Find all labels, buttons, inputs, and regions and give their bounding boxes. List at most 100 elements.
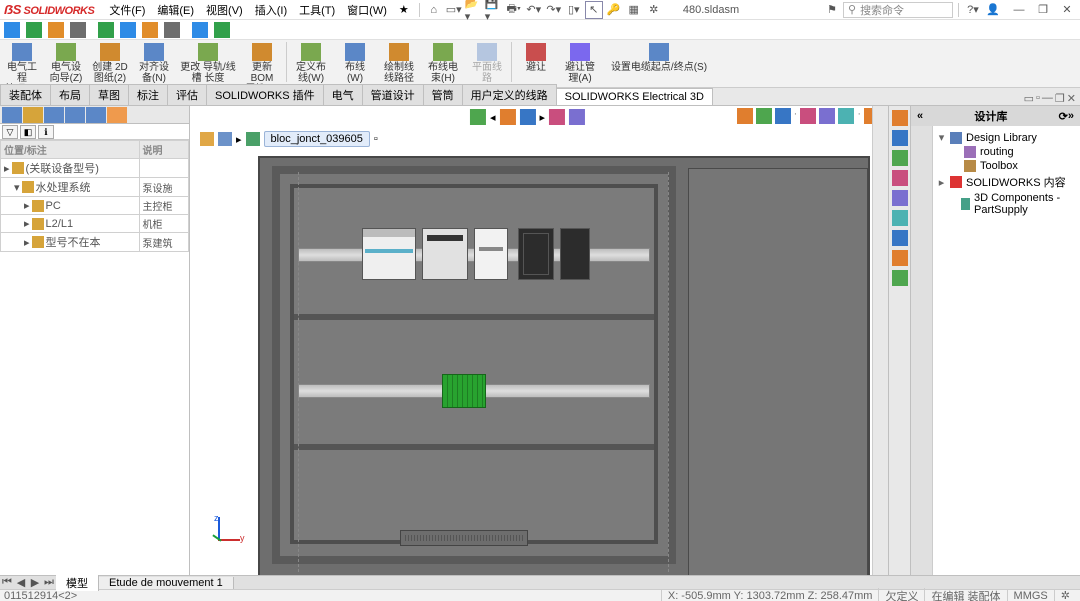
redo-icon[interactable]: ↷▾ <box>545 1 563 19</box>
rbtn-align[interactable]: 对齐设 备(N) <box>134 42 174 85</box>
feature-tree-grid[interactable]: 位置/标注说明 ▸(关联设备型号) ▾水处理系统泵设施 ▸PC主控柜 ▸L2/L… <box>0 140 189 575</box>
taskpane-tab[interactable] <box>892 250 908 266</box>
help-icon[interactable]: ?▾ <box>964 1 982 19</box>
menu-edit[interactable]: 编辑(E) <box>152 2 199 18</box>
qbtn-3[interactable] <box>48 22 64 38</box>
rbtn-draw-path[interactable]: 绘制线 线路径 <box>379 42 419 85</box>
qbtn-7[interactable] <box>142 22 158 38</box>
mdi-close-button[interactable]: ✕ <box>1067 92 1076 105</box>
tab-tubing[interactable]: 管筒 <box>423 84 463 105</box>
orientation-triad[interactable]: zy <box>210 517 250 557</box>
tab-nav-first[interactable]: ⏮ <box>0 576 14 589</box>
col-description[interactable]: 说明 <box>139 141 189 159</box>
pin-right-icon[interactable]: » <box>1068 110 1074 122</box>
view-icon[interactable] <box>569 109 585 125</box>
mdi-button[interactable]: ▫ <box>1036 92 1040 105</box>
tab-annotate[interactable]: 标注 <box>128 84 168 105</box>
restore-button[interactable]: ❐ <box>1034 1 1052 19</box>
fm-tab-1[interactable] <box>2 107 22 123</box>
col-location[interactable]: 位置/标注 <box>1 141 140 159</box>
menu-insert[interactable]: 插入(I) <box>250 2 292 18</box>
rbtn-create-2d[interactable]: 创建 2D 图纸(2) <box>90 42 130 85</box>
filter-btn-2[interactable]: ◧ <box>20 125 36 139</box>
rbtn-define-route[interactable]: 定义布 线(W) <box>291 42 331 85</box>
settings-icon[interactable]: ✲ <box>645 1 663 19</box>
hud-icon[interactable] <box>838 108 854 124</box>
taskpane-tab[interactable] <box>892 130 908 146</box>
crumb-icon[interactable] <box>246 132 260 146</box>
fm-tab-4[interactable] <box>65 107 85 123</box>
hud-icon[interactable] <box>775 108 791 124</box>
device-contactor[interactable] <box>422 228 468 280</box>
flag-icon[interactable]: ⚑ <box>823 1 841 19</box>
qbtn-8[interactable] <box>164 22 180 38</box>
view-icon[interactable] <box>499 109 515 125</box>
device-module[interactable] <box>474 228 508 280</box>
fm-tab-2[interactable] <box>23 107 43 123</box>
taskpane-tab[interactable] <box>892 150 908 166</box>
home-icon[interactable]: ⌂ <box>425 1 443 19</box>
info-icon[interactable]: ℹ <box>38 125 54 139</box>
tab-evaluate[interactable]: 评估 <box>167 84 207 105</box>
taskpane-tab[interactable] <box>892 270 908 286</box>
search-input[interactable]: ⚲ 搜索命令 <box>843 2 953 18</box>
user-icon[interactable]: 👤 <box>984 1 1002 19</box>
tab-nav-next[interactable]: ▶ <box>28 576 42 589</box>
bottom-tab-model[interactable]: 模型 <box>56 575 99 591</box>
menu-view[interactable]: 视图(V) <box>201 2 248 18</box>
crumb-icon[interactable] <box>218 132 232 146</box>
crumb-close-icon[interactable]: ▫ <box>374 133 378 145</box>
tab-sketch[interactable]: 草图 <box>89 84 129 105</box>
rbtn-cable-ends[interactable]: 设置电缆起点/终点(S) <box>604 42 714 74</box>
breadcrumb-item[interactable]: bloc_jonct_039605 <box>264 131 370 147</box>
close-button[interactable]: ✕ <box>1058 1 1076 19</box>
select-icon[interactable]: ▯▾ <box>565 1 583 19</box>
cursor-icon[interactable]: ↖ <box>585 1 603 19</box>
qbtn-10[interactable] <box>214 22 230 38</box>
rbtn-elec-wizard[interactable]: 电气设 向导(Z) <box>46 42 86 85</box>
rbtn-avoid-mgr[interactable]: 避让管 理(A) <box>560 42 600 85</box>
qbtn-2[interactable] <box>26 22 42 38</box>
qbtn-5[interactable] <box>98 22 114 38</box>
fm-tab-3[interactable] <box>44 107 64 123</box>
hud-icon[interactable] <box>737 108 753 124</box>
taskpane-tab[interactable] <box>892 190 908 206</box>
tab-userroute[interactable]: 用户定义的线路 <box>462 84 557 105</box>
mdi-min-button[interactable]: — <box>1042 92 1053 105</box>
min-button[interactable]: — <box>1010 1 1028 19</box>
rbtn-avoid[interactable]: 避让 <box>516 42 556 74</box>
view-icon[interactable] <box>549 109 565 125</box>
design-library-tree[interactable]: ▾Design Library routing Toolbox ▸SOLIDWO… <box>933 126 1080 575</box>
device-module[interactable] <box>560 228 590 280</box>
taskpane-tab[interactable] <box>892 210 908 226</box>
crumb-icon[interactable] <box>200 132 214 146</box>
fm-tab-5[interactable] <box>86 107 106 123</box>
fm-tab-6[interactable] <box>107 107 127 123</box>
device-breaker[interactable] <box>362 228 416 280</box>
graphics-scrollbar[interactable] <box>872 106 888 575</box>
hud-icon[interactable] <box>800 108 816 124</box>
status-gear-icon[interactable]: ✲ <box>1054 589 1076 601</box>
tab-electrical[interactable]: 电气 <box>323 84 363 105</box>
taskpane-tab[interactable] <box>892 110 908 126</box>
mdi-button[interactable]: ▭ <box>1024 92 1034 105</box>
refresh-icon[interactable]: ⟳ <box>1059 110 1068 123</box>
qbtn-6[interactable] <box>120 22 136 38</box>
rbtn-harness[interactable]: 布线电 束(H) <box>423 42 463 85</box>
graphics-area[interactable]: ◂ ▸ ▸ bloc_jonct_039605 ▫ · · <box>190 106 888 575</box>
view-icon[interactable] <box>470 109 486 125</box>
tab-layout[interactable]: 布局 <box>50 84 90 105</box>
new-doc-icon[interactable]: ▭▾ <box>445 1 463 19</box>
terminal-block[interactable] <box>442 374 486 408</box>
tab-sw-electrical-3d[interactable]: SOLIDWORKS Electrical 3D <box>556 88 713 105</box>
menu-star-icon[interactable]: ★ <box>394 3 414 16</box>
pin-icon[interactable]: 🔑 <box>605 1 623 19</box>
bottom-tab-motion[interactable]: Etude de mouvement 1 <box>99 577 234 589</box>
mdi-max-button[interactable]: ❐ <box>1055 92 1065 105</box>
save-icon[interactable]: 💾▾ <box>485 1 503 19</box>
tab-addins[interactable]: SOLIDWORKS 插件 <box>206 84 324 105</box>
rbtn-change-rail[interactable]: 更改 导轨/线 槽 长度 <box>178 42 238 85</box>
print-icon[interactable]: 🖶▾ <box>505 1 523 19</box>
tab-piping[interactable]: 管道设计 <box>362 84 424 105</box>
view-icon[interactable] <box>519 109 535 125</box>
